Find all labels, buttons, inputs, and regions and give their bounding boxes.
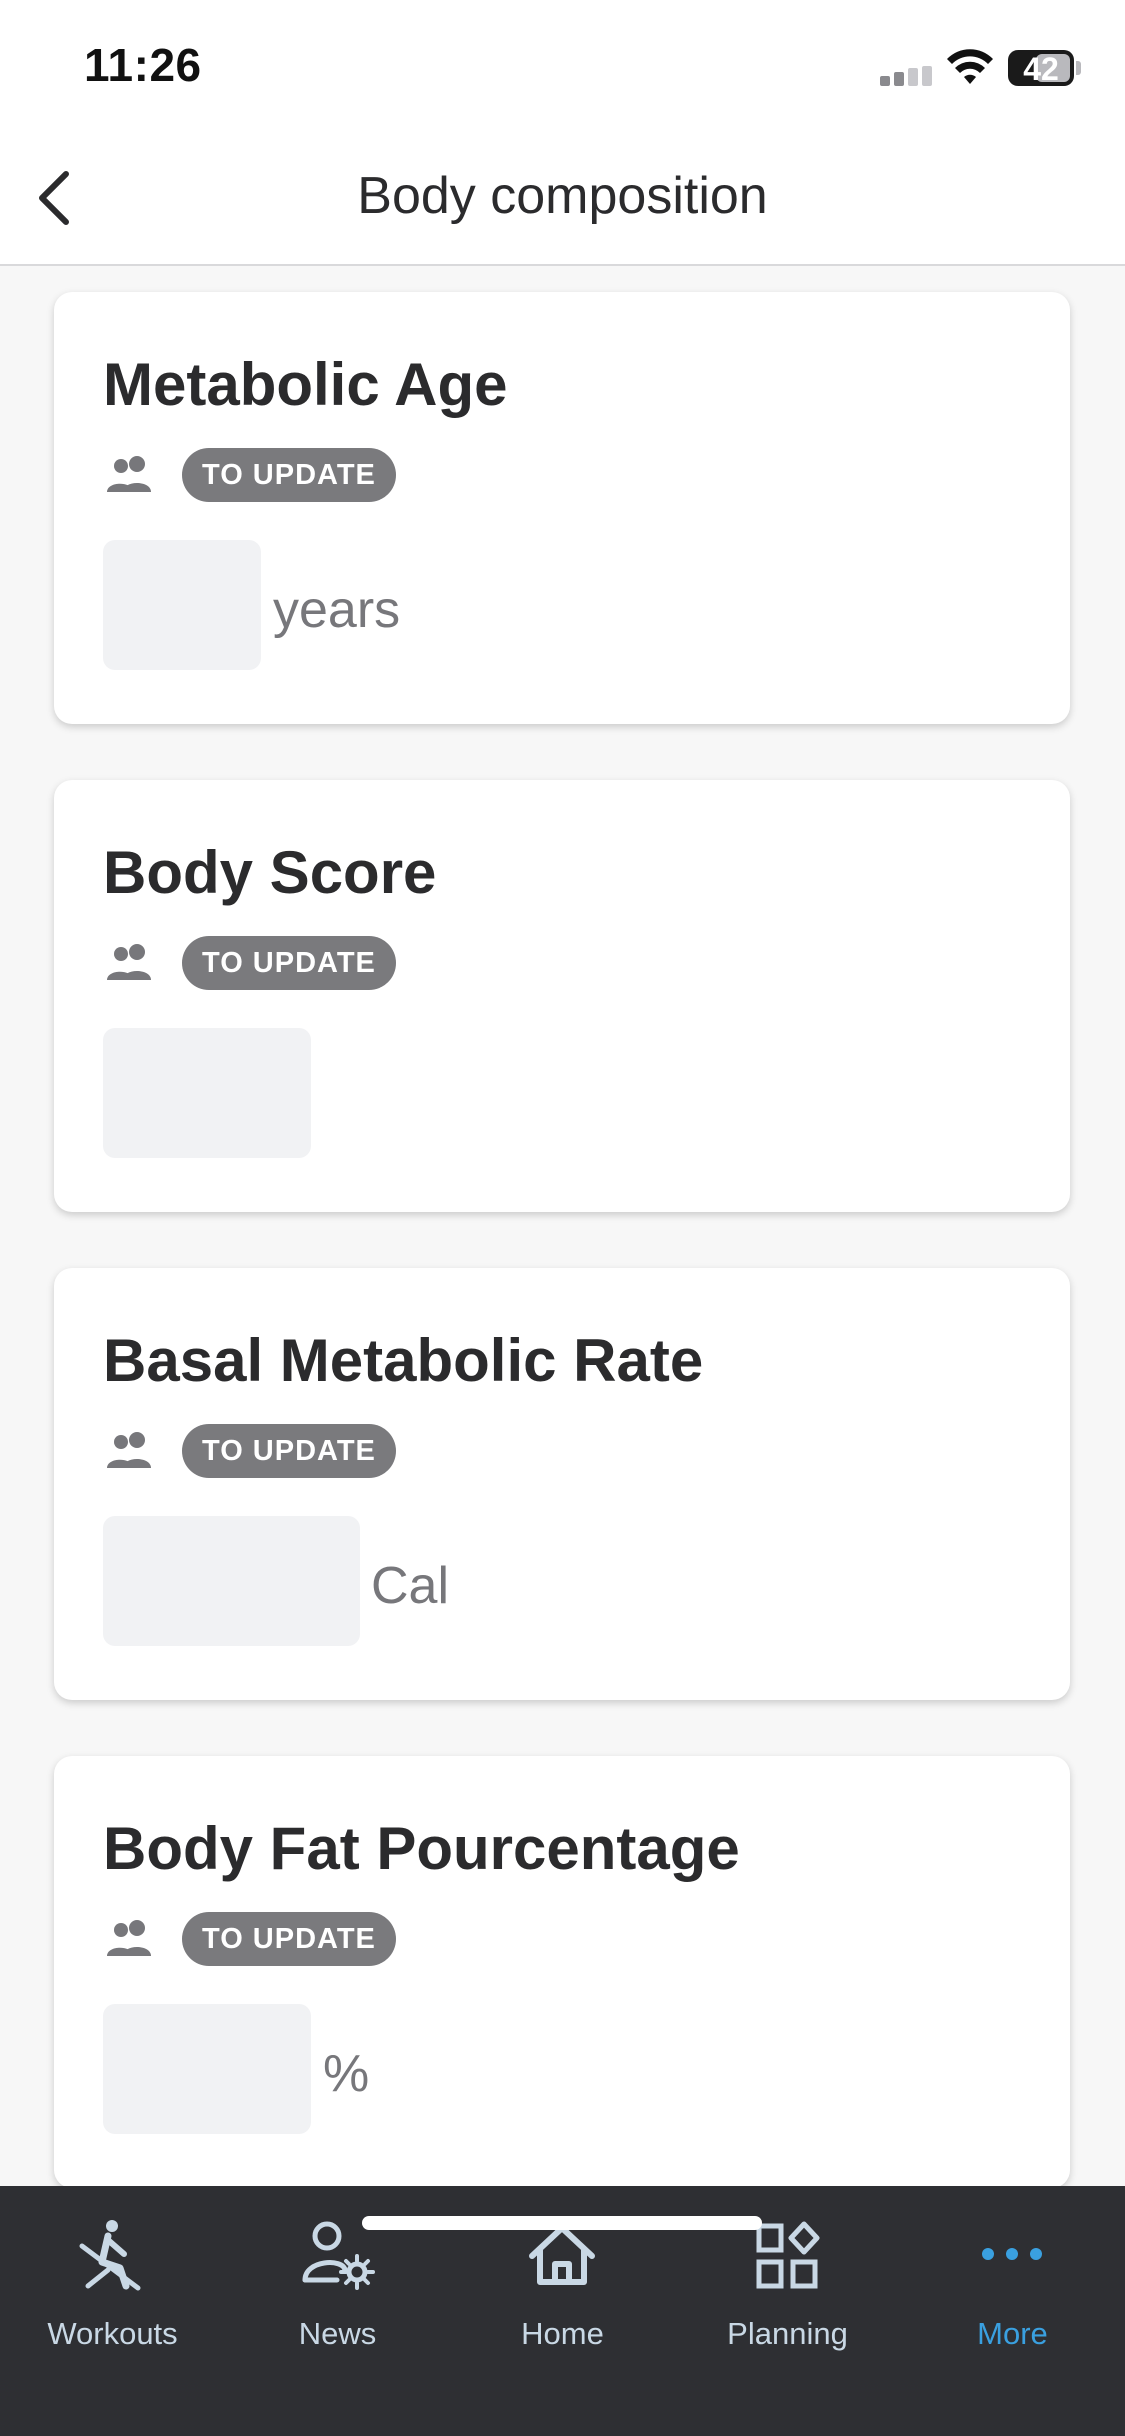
rowing-icon [79, 2220, 141, 2291]
status-badge: TO UPDATE [182, 936, 396, 990]
body-fat-percentage-card[interactable]: Body Fat Pourcentage TO UPDATE % [54, 1756, 1070, 2186]
card-title: Body Score [103, 839, 437, 906]
wifi-icon [947, 49, 993, 84]
cellular-signal-icon [880, 66, 936, 86]
card-title: Basal Metabolic Rate [103, 1327, 704, 1394]
card-title: Metabolic Age [103, 351, 508, 418]
status-time: 11:26 [84, 39, 202, 91]
status-badge: TO UPDATE [182, 448, 396, 502]
tab-label: Planning [727, 2316, 848, 2351]
tab-label: More [977, 2316, 1048, 2351]
battery-cap [1076, 61, 1081, 75]
people-icon [107, 944, 151, 980]
value-input[interactable] [103, 540, 261, 670]
people-icon [107, 1432, 151, 1468]
metabolic-age-card[interactable]: Metabolic Age TO UPDATE years [54, 292, 1070, 724]
card-title: Body Fat Pourcentage [103, 1815, 740, 1882]
tab-label: Home [521, 2316, 604, 2351]
value-input[interactable] [103, 2004, 311, 2134]
unit-label: % [323, 2045, 370, 2103]
home-indicator [362, 2216, 762, 2230]
people-icon [107, 456, 151, 492]
value-input[interactable] [103, 1028, 311, 1158]
unit-label: Cal [371, 1557, 450, 1615]
value-input[interactable] [103, 1516, 360, 1646]
tab-workouts[interactable]: Workouts [0, 2206, 225, 2356]
card-list[interactable]: Metabolic Age TO UPDATE years Body Score… [0, 266, 1125, 2186]
battery-level-text: 42 [1023, 51, 1059, 87]
more-dots-icon [982, 2248, 1042, 2260]
tab-label: News [298, 2316, 377, 2351]
tab-label: Workouts [47, 2316, 178, 2351]
navigation-header: Body composition [0, 130, 1125, 266]
chevron-left-icon [39, 171, 69, 225]
unit-label: years [273, 581, 401, 639]
status-badge: TO UPDATE [182, 1912, 396, 1966]
battery-icon: 42 [1008, 50, 1074, 87]
basal-metabolic-rate-card[interactable]: Basal Metabolic Rate TO UPDATE Cal [54, 1268, 1070, 1700]
body-score-card[interactable]: Body Score TO UPDATE [54, 780, 1070, 1212]
status-bar: 11:26 42 [0, 0, 1125, 130]
page-title: Body composition [357, 167, 768, 225]
people-icon [107, 1920, 151, 1956]
back-button[interactable] [18, 158, 98, 238]
status-badge: TO UPDATE [182, 1424, 396, 1478]
tab-more[interactable]: More [900, 2206, 1125, 2356]
